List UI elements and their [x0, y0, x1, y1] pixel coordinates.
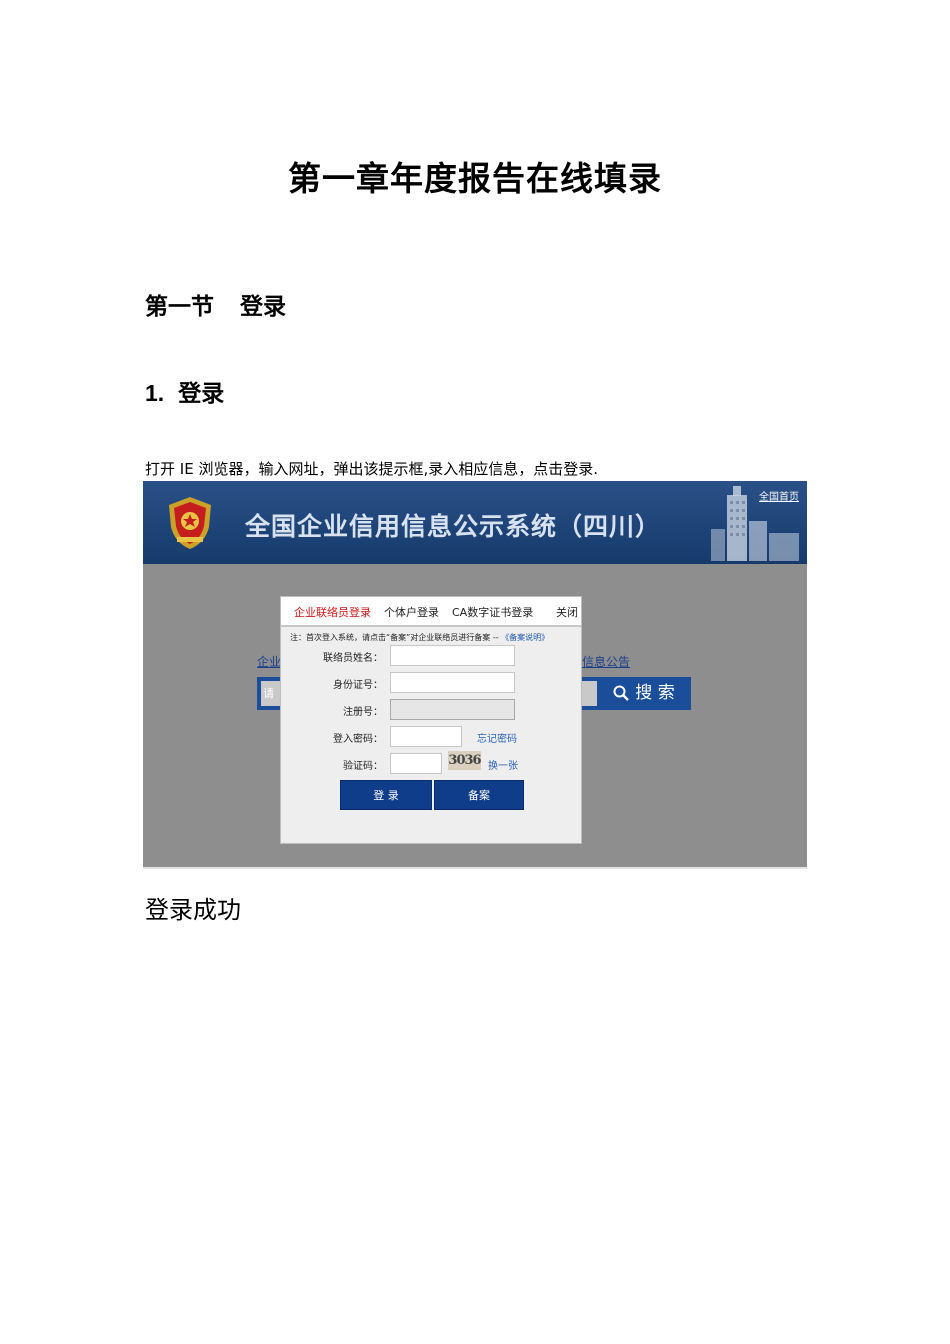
screenshot-bottom-edge: [143, 867, 807, 869]
registration-notice: 注：首次登入系统，请点击“备案”对企业联络员进行备案 -- 《备案说明》: [290, 632, 549, 643]
document-title: 第一章年度报告在线填录: [288, 159, 662, 198]
login-dialog: 企业联络员登录 个体户登录 CA数字证书登录 关闭 注：首次登入系统，请点击“备…: [280, 596, 582, 844]
search-button[interactable]: 搜 索: [597, 677, 691, 710]
registration-number-label: 注册号：: [343, 707, 383, 718]
home-link[interactable]: 全国首页: [759, 488, 799, 503]
password-input[interactable]: [390, 726, 462, 747]
section-number: 第一节: [145, 294, 214, 320]
search-bar-frame-right: [581, 677, 597, 710]
notice-text: 注：首次登入系统，请点击“备案”对企业联络员进行备案 --: [290, 633, 499, 642]
registration-number-input[interactable]: [390, 699, 515, 720]
close-button[interactable]: 关闭: [556, 604, 578, 620]
refresh-captcha-link[interactable]: 换一张: [488, 757, 518, 772]
login-tabs: 企业联络员登录 个体户登录 CA数字证书登录 关闭: [281, 597, 581, 627]
id-number-label: 身份证号：: [333, 680, 383, 691]
register-button[interactable]: 备案: [434, 780, 524, 810]
section-heading: 第一节 登录: [145, 287, 286, 321]
tab-contact-login[interactable]: 企业联络员登录: [294, 604, 371, 620]
tab-individual-login[interactable]: 个体户登录: [384, 604, 439, 620]
section-title: 登录: [240, 294, 286, 320]
instruction-text: 打开 IE 浏览器，输入网址，弹出该提示框,录入相应信息，点击登录.: [145, 460, 598, 478]
background-left-link[interactable]: 企业: [257, 653, 281, 670]
captcha-input[interactable]: [390, 753, 442, 774]
password-label: 登入密码：: [333, 734, 383, 745]
national-emblem-icon: [169, 497, 211, 549]
registration-guide-link[interactable]: 《备案说明》: [501, 633, 549, 642]
sub-heading-number: 1.: [145, 380, 165, 406]
system-title: 全国企业信用信息公示系统（四川）: [245, 512, 662, 541]
id-number-input[interactable]: [390, 672, 515, 693]
system-banner: 全国企业信用信息公示系统（四川） 全国首页: [143, 481, 807, 564]
search-button-label: 搜 索: [635, 683, 675, 703]
sub-heading: 1. 登录: [145, 374, 224, 408]
search-icon: [613, 685, 630, 701]
contact-name-input[interactable]: [390, 645, 515, 666]
tab-ca-certificate-login[interactable]: CA数字证书登录: [452, 604, 533, 620]
background-announcement-link[interactable]: 信息公告: [582, 653, 630, 670]
sub-heading-text: 登录: [178, 381, 225, 407]
captcha-label: 验证码：: [343, 761, 383, 772]
forgot-password-link[interactable]: 忘记密码: [477, 730, 517, 745]
login-screenshot: 全国企业信用信息公示系统（四川） 全国首页 企业 信息公告 请输 搜 索 企业联…: [143, 481, 807, 867]
captcha-image: 3036: [448, 751, 482, 770]
login-button[interactable]: 登 录: [340, 780, 432, 810]
contact-name-label: 联络员姓名：: [323, 653, 383, 664]
login-success-text: 登录成功: [145, 896, 241, 924]
